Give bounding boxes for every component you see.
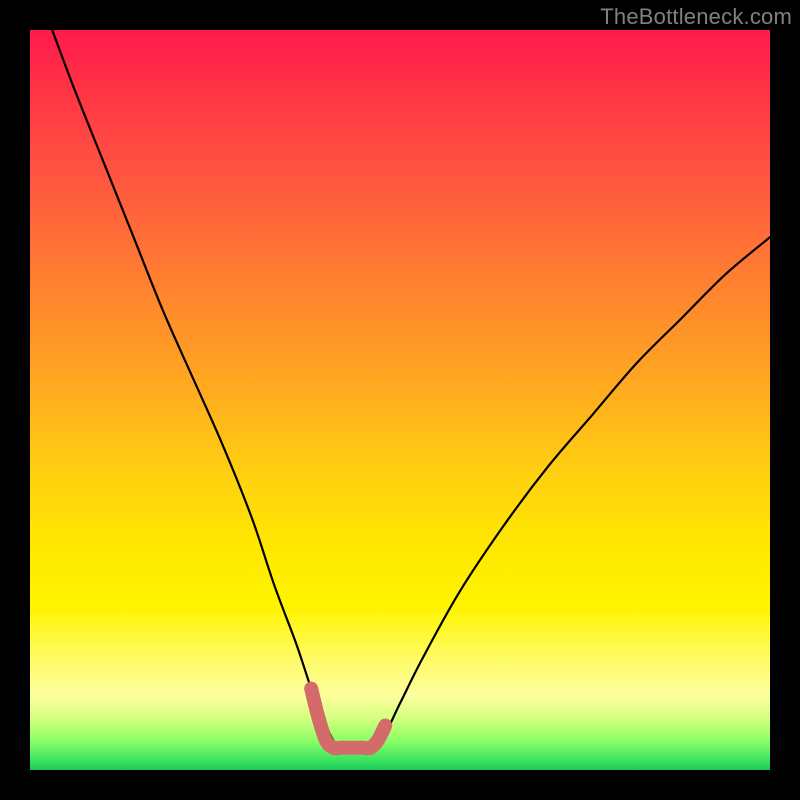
bottleneck-curve-line [52, 30, 770, 750]
chart-frame: TheBottleneck.com [0, 0, 800, 800]
watermark-text: TheBottleneck.com [600, 4, 792, 30]
plot-area [30, 30, 770, 770]
chart-svg [30, 30, 770, 770]
sweet-spot-marker-line [311, 689, 385, 749]
